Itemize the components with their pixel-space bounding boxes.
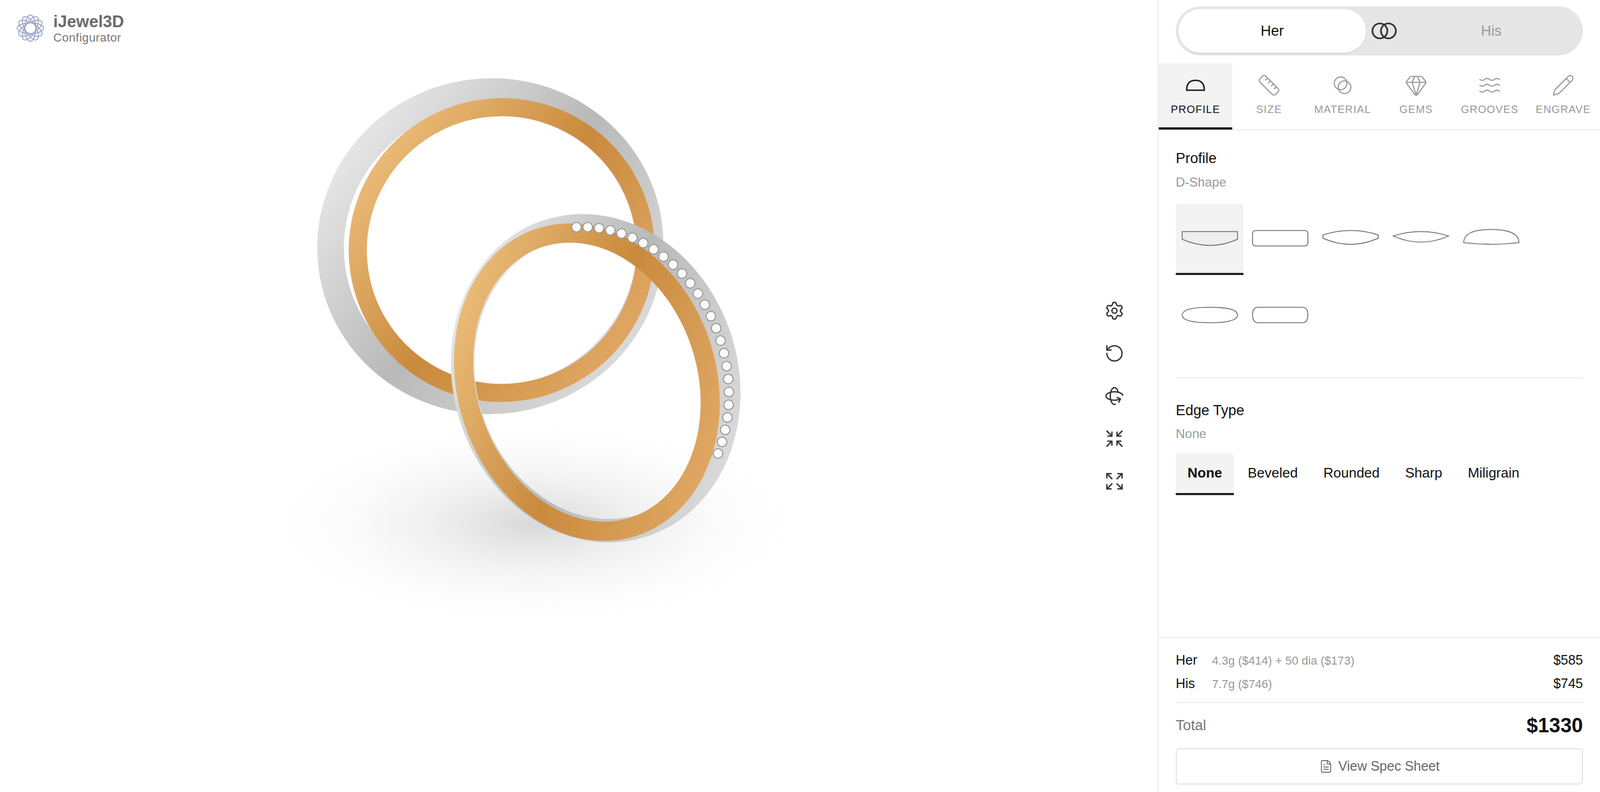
price-row: Her4.3g ($414) + 50 dia ($173)$585	[1175, 648, 1583, 673]
logo-name: iJewel3D	[53, 13, 125, 30]
tab-label: GROOVES	[1460, 101, 1519, 118]
total-amount: $1330	[1526, 710, 1583, 741]
edge-option[interactable]: Sharp	[1393, 453, 1454, 496]
tab-label: GEMS	[1399, 101, 1434, 118]
section-value: D-Shape	[1175, 172, 1583, 192]
tab-label: ENGRAVE	[1535, 101, 1591, 118]
logo-text: iJewel3DConfigurator	[53, 13, 125, 44]
profile-option[interactable]	[1175, 203, 1244, 276]
tab[interactable]: SIZE	[1232, 63, 1306, 130]
rings-render[interactable]	[213, 54, 907, 694]
rings-icon	[1369, 20, 1400, 42]
profile-shape-icon	[1461, 225, 1522, 251]
profile-shape-icon	[1180, 302, 1240, 328]
edge-option[interactable]: Beveled	[1235, 453, 1310, 496]
price-summary: Her4.3g ($414) + 50 dia ($173)$585His7.7…	[1158, 636, 1600, 792]
edge-options: NoneBeveledRoundedSharpMiligrain	[1175, 453, 1583, 496]
section-title: Profile	[1175, 147, 1583, 170]
tab[interactable]: PROFILE	[1158, 63, 1233, 130]
profile-shape-icon	[1250, 302, 1311, 328]
profile-option[interactable]	[1175, 280, 1244, 352]
tab[interactable]: ENGRAVE	[1526, 63, 1600, 130]
price-row: His7.7g ($746)$745	[1175, 672, 1583, 696]
gear-icon[interactable]	[1104, 300, 1125, 321]
profile-shape-icon	[1391, 225, 1451, 251]
logo-subtitle: Configurator	[53, 31, 125, 44]
section-title: Edge Type	[1175, 399, 1583, 422]
price-value: $745	[1553, 673, 1583, 694]
price-value: $585	[1553, 650, 1583, 671]
profile-grid	[1175, 203, 1583, 352]
price-label: His	[1175, 673, 1212, 694]
price-detail: 4.3g ($414) + 50 dia ($173)	[1211, 651, 1554, 670]
profile-shape-icon	[1250, 225, 1311, 251]
app: iJewel3DConfiguratorHerHisPROFILESIZEMAT…	[0, 0, 1600, 792]
profile-option[interactable]	[1316, 203, 1385, 276]
tab[interactable]: GEMS	[1379, 63, 1453, 130]
logo[interactable]: iJewel3DConfigurator	[0, 0, 1105, 44]
material-icon	[1330, 73, 1355, 98]
total-label: Total	[1175, 714, 1207, 737]
edge-option[interactable]: Miligrain	[1456, 453, 1532, 496]
render-area	[0, 43, 1105, 694]
profile-option[interactable]	[1246, 203, 1314, 276]
pencil-icon	[1551, 73, 1575, 98]
tab-label: PROFILE	[1170, 101, 1221, 118]
tab[interactable]: MATERIAL	[1305, 63, 1380, 130]
logo-icon	[14, 12, 46, 44]
rotate-icon[interactable]	[1104, 385, 1125, 407]
tab-label: MATERIAL	[1314, 101, 1372, 118]
waves-icon	[1477, 73, 1502, 98]
edge-option[interactable]: Rounded	[1311, 453, 1392, 496]
expand-icon[interactable]	[1104, 471, 1125, 492]
profile-section: ProfileD-Shape	[1175, 130, 1583, 379]
ruler-icon	[1257, 73, 1281, 98]
edge-option[interactable]: None	[1175, 453, 1234, 496]
section-value: None	[1175, 424, 1583, 444]
viewer-canvas: iJewel3DConfigurator	[0, 0, 1105, 792]
spec-sheet-label: View Spec Sheet	[1338, 756, 1440, 777]
profile-option[interactable]	[1386, 203, 1455, 276]
tab[interactable]: GROOVES	[1452, 63, 1527, 130]
viewer-toolbar	[1104, 0, 1158, 792]
spec-sheet-button[interactable]: View Spec Sheet	[1175, 748, 1583, 785]
profile-option[interactable]	[1457, 203, 1525, 276]
tab-label: SIZE	[1256, 101, 1282, 118]
profile-shape-icon	[1320, 225, 1381, 251]
viewer: iJewel3DConfigurator	[0, 0, 1158, 792]
her-his-toggle: Her His	[1175, 6, 1583, 56]
spacer	[1158, 495, 1600, 637]
total-row: Total $1330	[1175, 701, 1583, 749]
toggle-option[interactable]: His	[1402, 9, 1581, 53]
gem-icon	[1404, 73, 1428, 98]
profile-shape-icon	[1180, 225, 1240, 251]
profile-icon	[1183, 73, 1208, 98]
shrink-icon[interactable]	[1104, 428, 1125, 449]
tab-bar: PROFILE SIZE MATERIAL GEMS GROOVES ENGRAVE	[1158, 63, 1600, 131]
document-icon	[1319, 759, 1333, 774]
toggle-option[interactable]: Her	[1178, 9, 1367, 53]
price-detail: 7.7g ($746)	[1211, 675, 1554, 693]
price-label: Her	[1175, 650, 1212, 671]
reset-icon[interactable]	[1104, 343, 1125, 364]
profile-option[interactable]	[1246, 280, 1314, 352]
edge-section: Edge TypeNoneNoneBeveledRoundedSharpMili…	[1175, 378, 1583, 496]
config-panel: HerHisPROFILESIZEMATERIALGEMSGROOVESENGR…	[1157, 0, 1600, 792]
